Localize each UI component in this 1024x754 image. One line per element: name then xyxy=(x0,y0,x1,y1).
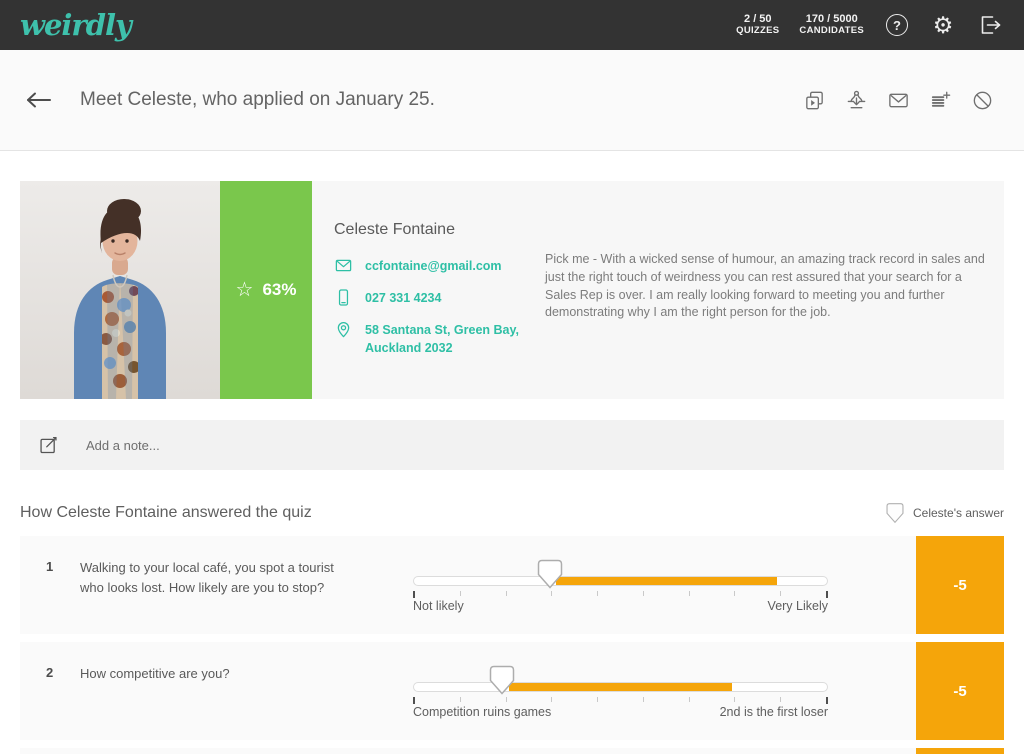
question-text: Walking to your local café, you spot a t… xyxy=(80,536,413,634)
candidate-profile-card: ☆ 63% Celeste Fontaine ccfontaine@gmail.… xyxy=(20,181,1004,399)
topbar-right: 2 / 50 QUIZZES 170 / 5000 CANDIDATES ? ⚙ xyxy=(736,12,1002,38)
stamp-icon[interactable] xyxy=(845,89,868,112)
address-row[interactable]: 58 Santana St, Green Bay, Auckland 2032 xyxy=(334,321,520,357)
match-score-panel[interactable]: ☆ 63% xyxy=(220,181,312,399)
answer-marker[interactable] xyxy=(537,559,563,589)
slider-track[interactable] xyxy=(413,682,828,692)
block-icon[interactable] xyxy=(971,89,994,112)
candidate-pitch: Pick me - With a wicked sense of humour,… xyxy=(520,181,1004,399)
question-text xyxy=(80,748,413,754)
note-placeholder: Add a note... xyxy=(86,438,160,453)
quizzes-stat[interactable]: 2 / 50 QUIZZES xyxy=(736,13,779,37)
answer-slider: Not likely Very Likely xyxy=(413,536,828,634)
phone-row[interactable]: 027 331 4234 xyxy=(334,289,520,307)
candidate-phone[interactable]: 027 331 4234 xyxy=(365,289,441,307)
slider-labels: Competition ruins games 2nd is the first… xyxy=(413,705,828,719)
question-row-1: 1 Walking to your local café, you spot a… xyxy=(20,536,1004,634)
slider-left-label: Competition ruins games xyxy=(413,705,551,719)
question-number: 1 xyxy=(20,536,80,634)
add-to-list-icon[interactable] xyxy=(929,89,952,112)
location-pin-icon xyxy=(334,320,353,339)
documents-play-icon[interactable] xyxy=(803,89,826,112)
legend-label: Celeste's answer xyxy=(913,506,1004,520)
answer-slider xyxy=(413,748,828,754)
question-score-badge xyxy=(916,748,1004,754)
slider-ticks xyxy=(413,591,828,598)
answer-slider: Competition ruins games 2nd is the first… xyxy=(413,642,828,740)
quizzes-count: 2 / 50 xyxy=(736,13,779,26)
star-icon[interactable]: ☆ xyxy=(236,280,254,300)
email-icon[interactable] xyxy=(887,89,910,112)
question-number xyxy=(20,748,80,754)
page-title: Meet Celeste, who applied on January 25. xyxy=(80,89,803,111)
slider-range-fill xyxy=(509,682,732,692)
candidate-photo xyxy=(20,181,220,399)
candidates-stat[interactable]: 170 / 5000 CANDIDATES xyxy=(799,13,864,37)
slider-right-label: 2nd is the first loser xyxy=(720,705,828,719)
candidate-email[interactable]: ccfontaine@gmail.com xyxy=(365,257,502,275)
quiz-section-header: How Celeste Fontaine answered the quiz C… xyxy=(20,498,1004,528)
weirdly-logo[interactable]: weirdly xyxy=(20,8,131,42)
slider-track[interactable] xyxy=(413,576,828,586)
match-score-value: 63% xyxy=(262,280,296,300)
question-text: How competitive are you? xyxy=(80,642,413,740)
answer-marker[interactable] xyxy=(489,665,515,695)
question-number: 2 xyxy=(20,642,80,740)
top-bar: weirdly 2 / 50 QUIZZES 170 / 5000 CANDID… xyxy=(0,0,1024,50)
email-row[interactable]: ccfontaine@gmail.com xyxy=(334,257,520,275)
candidate-header: Meet Celeste, who applied on January 25. xyxy=(0,50,1024,151)
answer-legend: Celeste's answer xyxy=(886,501,1004,525)
slider-labels: Not likely Very Likely xyxy=(413,599,828,613)
answer-marker-icon xyxy=(886,501,904,525)
main-content: ☆ 63% Celeste Fontaine ccfontaine@gmail.… xyxy=(0,181,1024,754)
edit-note-icon xyxy=(38,435,59,456)
help-icon[interactable]: ? xyxy=(884,12,910,38)
question-score-badge: -5 xyxy=(916,536,1004,634)
candidate-address: 58 Santana St, Green Bay, Auckland 2032 xyxy=(365,321,519,357)
settings-icon[interactable]: ⚙ xyxy=(930,12,956,38)
phone-icon xyxy=(334,288,353,307)
add-note-field[interactable]: Add a note... xyxy=(20,420,1004,470)
slider-range-fill xyxy=(556,576,777,586)
quizzes-label: QUIZZES xyxy=(736,26,779,37)
slider-left-label: Not likely xyxy=(413,599,464,613)
question-row-2: 2 How competitive are you? Competition r… xyxy=(20,642,1004,740)
header-actions xyxy=(803,89,994,112)
email-icon xyxy=(334,256,353,275)
slider-right-label: Very Likely xyxy=(768,599,828,613)
slider-ticks xyxy=(413,697,828,704)
candidate-name: Celeste Fontaine xyxy=(334,221,520,239)
contact-details: Celeste Fontaine ccfontaine@gmail.com 02… xyxy=(312,181,520,399)
candidates-label: CANDIDATES xyxy=(799,26,864,37)
candidates-count: 170 / 5000 xyxy=(799,13,864,26)
question-score-badge: -5 xyxy=(916,642,1004,740)
logout-icon[interactable] xyxy=(976,12,1002,38)
back-button[interactable] xyxy=(24,88,52,112)
quiz-heading: How Celeste Fontaine answered the quiz xyxy=(20,504,312,522)
question-row-3 xyxy=(20,748,1004,754)
